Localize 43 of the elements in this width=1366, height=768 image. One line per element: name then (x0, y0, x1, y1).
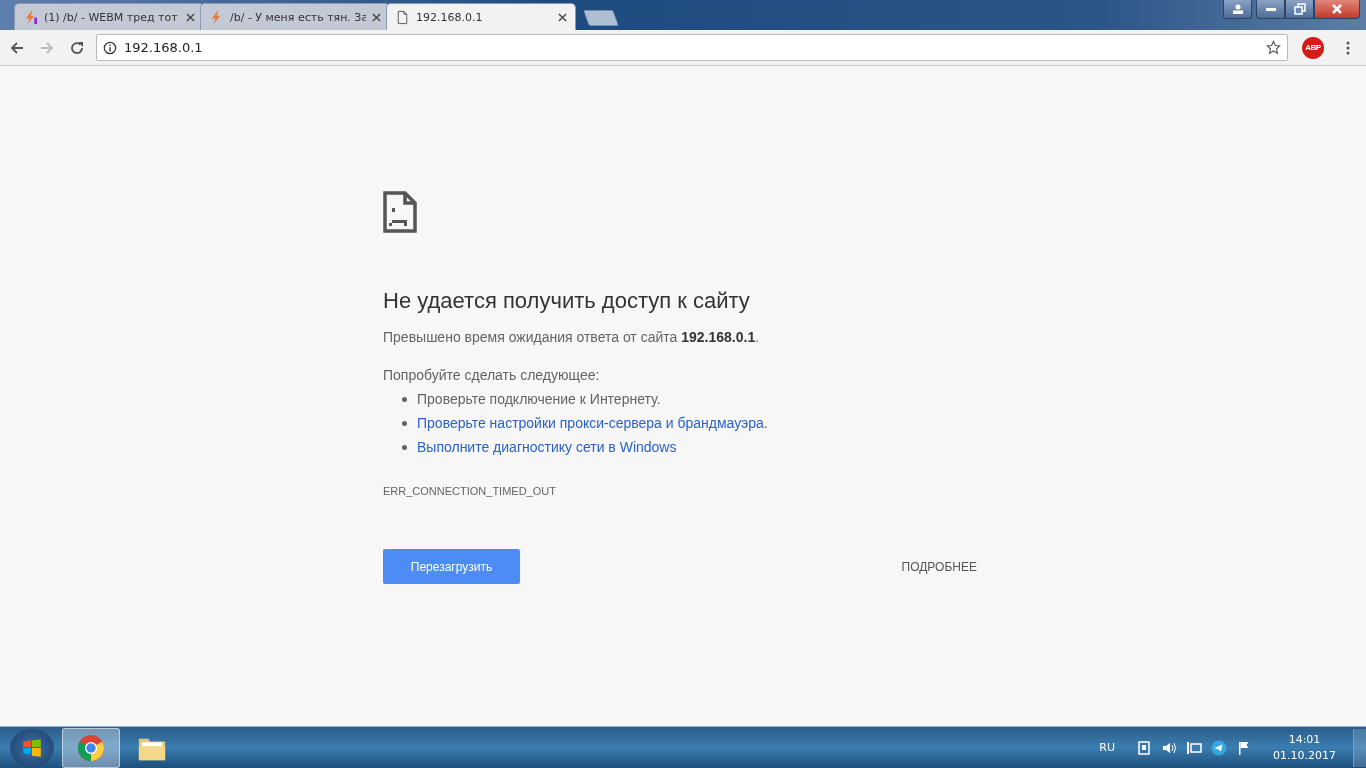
tab-title: 192.168.0.1 (416, 10, 484, 24)
new-tab-button[interactable] (583, 10, 619, 26)
tab-title: (1) /b/ - WEBM тред тот (44, 10, 179, 24)
error-title: Не удается получить доступ к сайту (383, 288, 751, 314)
suggestion-text: Проверьте подключение к Интернету. (417, 391, 661, 407)
star-icon[interactable] (1266, 40, 1281, 55)
suggestions-heading: Попробуйте сделать следующее: (383, 367, 601, 383)
back-icon[interactable] (9, 39, 25, 56)
error-code: ERR_CONNECTION_TIMED_OUT (383, 485, 557, 497)
person-icon (1231, 3, 1244, 15)
profile-button[interactable] (1223, 0, 1252, 19)
bullet-icon (402, 396, 407, 402)
sad-page-icon (383, 191, 417, 233)
suggestion-link[interactable]: Выполните диагностику сети в Windows (417, 439, 677, 455)
reload-icon[interactable] (69, 39, 85, 56)
bullet-icon (402, 420, 407, 426)
close-window-button[interactable] (1314, 0, 1360, 19)
language-indicator[interactable]: RU (1099, 741, 1115, 754)
menu-icon[interactable] (1346, 39, 1350, 56)
taskbar-app-button[interactable] (62, 727, 120, 768)
restore-icon (1293, 3, 1306, 15)
error-message: Превышено время ожидания ответа от сайта 192.168.0.1. (383, 329, 761, 345)
minimize-icon (1265, 7, 1276, 11)
minimize-button[interactable] (1256, 0, 1285, 19)
info-icon (103, 40, 117, 55)
browser-tab[interactable]: 192.168.0.1 (386, 3, 576, 30)
close-icon[interactable] (558, 12, 567, 22)
adblock-extension-button[interactable]: ABP (1302, 36, 1324, 59)
start-button[interactable] (10, 728, 54, 767)
address-bar[interactable]: 192.168.0.1 (96, 34, 1288, 61)
chrome-logo-icon (76, 732, 106, 763)
close-icon (1331, 3, 1343, 15)
details-button[interactable]: ПОДРОБНЕЕ (895, 558, 983, 575)
clock[interactable]: 14:01 01.10.2017 (1273, 733, 1336, 762)
windows-logo-icon (21, 736, 43, 759)
page-icon (395, 9, 410, 25)
suggestion-link[interactable]: Проверьте настройки прокси-сервера и брандмауэра. (417, 415, 768, 431)
paper-plane-icon[interactable] (1211, 739, 1227, 756)
close-icon[interactable] (186, 12, 195, 22)
close-icon[interactable] (372, 12, 381, 22)
restore-button[interactable] (1285, 0, 1314, 19)
bullet-icon (402, 444, 407, 450)
reload-button[interactable]: Перезагрузить (383, 549, 520, 584)
